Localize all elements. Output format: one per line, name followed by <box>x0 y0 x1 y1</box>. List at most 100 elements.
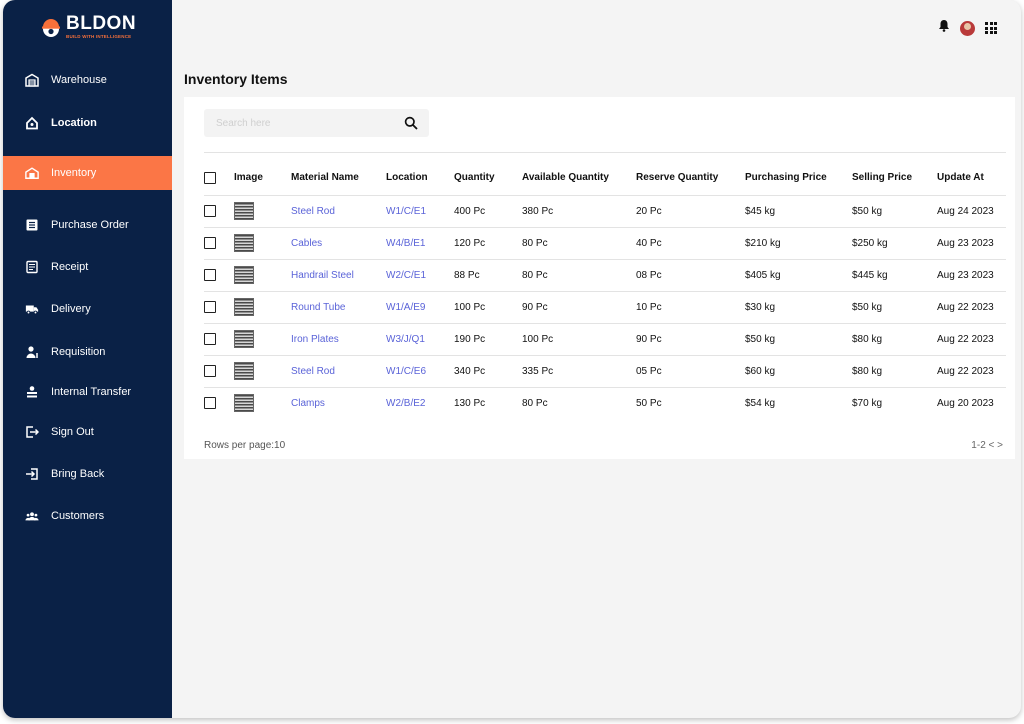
available-quantity-cell: 335 Pc <box>522 354 636 387</box>
purchasing-price-cell: $210 kg <box>745 226 852 259</box>
sidebar-item-location[interactable]: Location <box>3 106 172 140</box>
row-checkbox[interactable] <box>204 333 216 345</box>
update-at-cell: Aug 23 2023 <box>937 226 1006 259</box>
header-actions <box>928 19 997 37</box>
warehouse-icon <box>25 73 39 87</box>
column-header-quantity[interactable]: Quantity <box>454 161 522 195</box>
avatar[interactable] <box>960 20 975 36</box>
table-row[interactable]: Round Tube W1/A/E9 100 Pc 90 Pc 10 Pc $30 kg $… <box>204 290 1006 323</box>
location-icon <box>25 116 39 130</box>
search-input[interactable] <box>204 117 394 129</box>
bell-icon[interactable] <box>938 19 950 37</box>
table-row[interactable]: Cables W4/B/E1 120 Pc 80 Pc 40 Pc $210 kg $250… <box>204 226 1006 259</box>
sidebar-item-receipt[interactable]: Receipt <box>3 250 172 284</box>
purchasing-price-cell: $50 kg <box>745 322 852 355</box>
bring-back-icon <box>25 467 39 481</box>
search-icon[interactable] <box>404 116 418 130</box>
column-header-purchasing-price[interactable]: Purchasing Price <box>745 161 852 195</box>
column-header-location[interactable]: Location <box>386 161 454 195</box>
row-checkbox[interactable] <box>204 301 216 313</box>
image-cell <box>234 226 291 259</box>
available-quantity-cell: 90 Pc <box>522 290 636 323</box>
sidebar-item-inventory[interactable]: Inventory <box>3 156 172 190</box>
sidebar-item-label: Requisition <box>51 346 106 358</box>
column-header-material-name[interactable]: Material Name <box>291 161 386 195</box>
delivery-icon <box>25 302 39 316</box>
column-header-available-quantity[interactable]: Available Quantity <box>522 161 636 195</box>
sidebar-item-label: Location <box>51 117 97 129</box>
row-select-cell <box>204 194 234 227</box>
purchasing-price-cell: $30 kg <box>745 290 852 323</box>
sidebar-item-warehouse[interactable]: Warehouse <box>3 63 172 97</box>
reserve-quantity-cell: 20 Pc <box>636 194 745 227</box>
rows-per-page[interactable]: Rows per page:10 <box>204 440 285 451</box>
sidebar-item-label: Receipt <box>51 261 89 273</box>
quantity-cell: 120 Pc <box>454 226 522 259</box>
column-header-update-at[interactable]: Update At <box>937 161 1006 195</box>
update-at-cell: Aug 24 2023 <box>937 194 1006 227</box>
location-cell[interactable]: W1/C/E1 <box>386 194 454 227</box>
brand-logo[interactable]: BLDON BUILD WITH INTELLIGENCE <box>39 14 136 40</box>
internal-transfer-icon <box>25 385 39 399</box>
sidebar-item-purchase-order[interactable]: Purchase Order <box>3 208 172 242</box>
material-thumbnail <box>234 330 254 348</box>
inventory-card: Image Material Name Location Quantity Av… <box>184 97 1015 459</box>
material-name-cell[interactable]: Clamps <box>291 386 386 419</box>
table-row[interactable]: Steel Rod W1/C/E6 340 Pc 335 Pc 05 Pc $60 kg $… <box>204 354 1006 387</box>
sidebar-item-customers[interactable]: Customers <box>3 499 172 533</box>
column-header-reserve-quantity[interactable]: Reserve Quantity <box>636 161 745 195</box>
material-name-cell[interactable]: Round Tube <box>291 290 386 323</box>
apps-grid-icon[interactable] <box>985 22 997 34</box>
location-cell[interactable]: W3/J/Q1 <box>386 322 454 355</box>
update-at-cell: Aug 22 2023 <box>937 290 1006 323</box>
requisition-icon <box>25 345 39 359</box>
row-checkbox[interactable] <box>204 365 216 377</box>
material-name-cell[interactable]: Steel Rod <box>291 194 386 227</box>
quantity-cell: 88 Pc <box>454 258 522 291</box>
available-quantity-cell: 80 Pc <box>522 386 636 419</box>
row-checkbox[interactable] <box>204 237 216 249</box>
purchasing-price-cell: $405 kg <box>745 258 852 291</box>
column-header-selling-price[interactable]: Selling Price <box>852 161 937 195</box>
available-quantity-cell: 80 Pc <box>522 226 636 259</box>
update-at-cell: Aug 22 2023 <box>937 354 1006 387</box>
sidebar-item-label: Warehouse <box>51 74 107 86</box>
row-select-cell <box>204 322 234 355</box>
location-cell[interactable]: W1/C/E6 <box>386 354 454 387</box>
location-cell[interactable]: W4/B/E1 <box>386 226 454 259</box>
row-checkbox[interactable] <box>204 397 216 410</box>
selling-price-cell: $80 kg <box>852 322 937 355</box>
quantity-cell: 400 Pc <box>454 194 522 227</box>
sidebar-item-internal-transfer[interactable]: Internal Transfer <box>3 375 172 409</box>
sidebar-item-label: Customers <box>51 510 105 522</box>
table-row[interactable]: Steel Rod W1/C/E1 400 Pc 380 Pc 20 Pc $45 kg $… <box>204 194 1006 227</box>
material-name-cell[interactable]: Steel Rod <box>291 354 386 387</box>
location-cell[interactable]: W2/C/E1 <box>386 258 454 291</box>
sidebar-item-delivery[interactable]: Delivery <box>3 292 172 326</box>
table-row[interactable]: Clamps W2/B/E2 130 Pc 80 Pc 50 Pc $54 kg $70 k… <box>204 386 1006 419</box>
row-checkbox[interactable] <box>204 205 216 217</box>
sidebar-item-bring-back[interactable]: Bring Back <box>3 457 172 491</box>
sidebar-item-sign-out[interactable]: Sign Out <box>3 415 172 449</box>
location-cell[interactable]: W1/A/E9 <box>386 290 454 323</box>
receipt-icon <box>25 260 39 274</box>
column-header-image[interactable]: Image <box>234 161 291 195</box>
material-name-cell[interactable]: Cables <box>291 226 386 259</box>
image-cell <box>234 258 291 291</box>
material-name-cell[interactable]: Handrail Steel <box>291 258 386 291</box>
table-row[interactable]: Handrail Steel W2/C/E1 88 Pc 80 Pc 08 Pc $405… <box>204 258 1006 291</box>
pagination-controls[interactable]: 1-2 < > <box>971 440 1003 451</box>
sidebar-item-requisition[interactable]: Requisition <box>3 335 172 369</box>
table-header-row: Image Material Name Location Quantity Av… <box>204 161 1006 195</box>
reserve-quantity-cell: 10 Pc <box>636 290 745 323</box>
row-checkbox[interactable] <box>204 269 216 281</box>
sidebar-item-label: Sign Out <box>51 426 94 438</box>
quantity-cell: 130 Pc <box>454 386 522 419</box>
select-all-checkbox[interactable] <box>204 171 216 184</box>
sidebar: BLDON BUILD WITH INTELLIGENCE Warehouse … <box>3 0 172 718</box>
location-cell[interactable]: W2/B/E2 <box>386 386 454 419</box>
table-row[interactable]: Iron Plates W3/J/Q1 190 Pc 100 Pc 90 Pc $50 k… <box>204 322 1006 355</box>
selling-price-cell: $50 kg <box>852 290 937 323</box>
helmet-gear-icon <box>39 15 63 39</box>
material-name-cell[interactable]: Iron Plates <box>291 322 386 355</box>
